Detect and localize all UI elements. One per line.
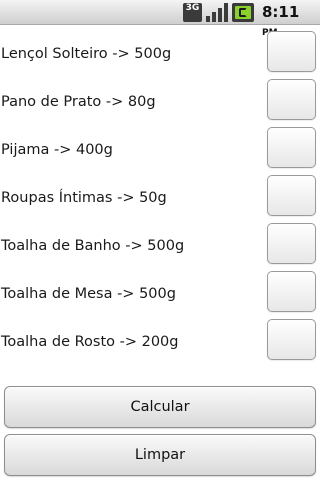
list-item: Pano de Prato -> 80g [0,76,320,124]
checkbox-toalha-de-mesa[interactable] [267,271,316,312]
checkbox-pijama[interactable] [267,127,316,168]
item-list: Lençol Solteiro -> 500g Pano de Prato ->… [0,28,320,364]
checkbox-toalha-de-rosto[interactable] [267,319,316,360]
item-label-toalha-de-rosto: Toalha de Rosto -> 200g [1,334,179,350]
limpar-button[interactable]: Limpar [4,434,316,476]
list-item: Toalha de Mesa -> 500g [0,268,320,316]
checkbox-roupas-intimas[interactable] [267,175,316,216]
list-item: Toalha de Rosto -> 200g [0,316,320,364]
status-bar: 3G 8:11 PM [0,0,320,38]
battery-icon [232,3,254,22]
item-label-toalha-de-banho: Toalha de Banho -> 500g [1,238,185,254]
checkbox-lencol-solteiro[interactable] [267,31,316,72]
clock-time: 8:11 [262,3,300,21]
list-item: Roupas Íntimas -> 50g [0,172,320,220]
item-label-pijama: Pijama -> 400g [1,142,113,158]
calcular-button[interactable]: Calcular [4,386,316,428]
item-label-toalha-de-mesa: Toalha de Mesa -> 500g [1,286,176,302]
item-label-lencol-solteiro: Lençol Solteiro -> 500g [1,46,172,62]
list-item: Toalha de Banho -> 500g [0,220,320,268]
item-label-roupas-intimas: Roupas Íntimas -> 50g [1,190,167,206]
item-label-pano-de-prato: Pano de Prato -> 80g [1,94,156,110]
network-type-label: 3G [185,3,200,13]
checkbox-toalha-de-banho[interactable] [267,223,316,264]
3g-icon: 3G [183,3,202,22]
signal-icon [206,3,228,22]
list-item: Pijama -> 400g [0,124,320,172]
list-item: Lençol Solteiro -> 500g [0,28,320,76]
checkbox-pano-de-prato[interactable] [267,79,316,120]
